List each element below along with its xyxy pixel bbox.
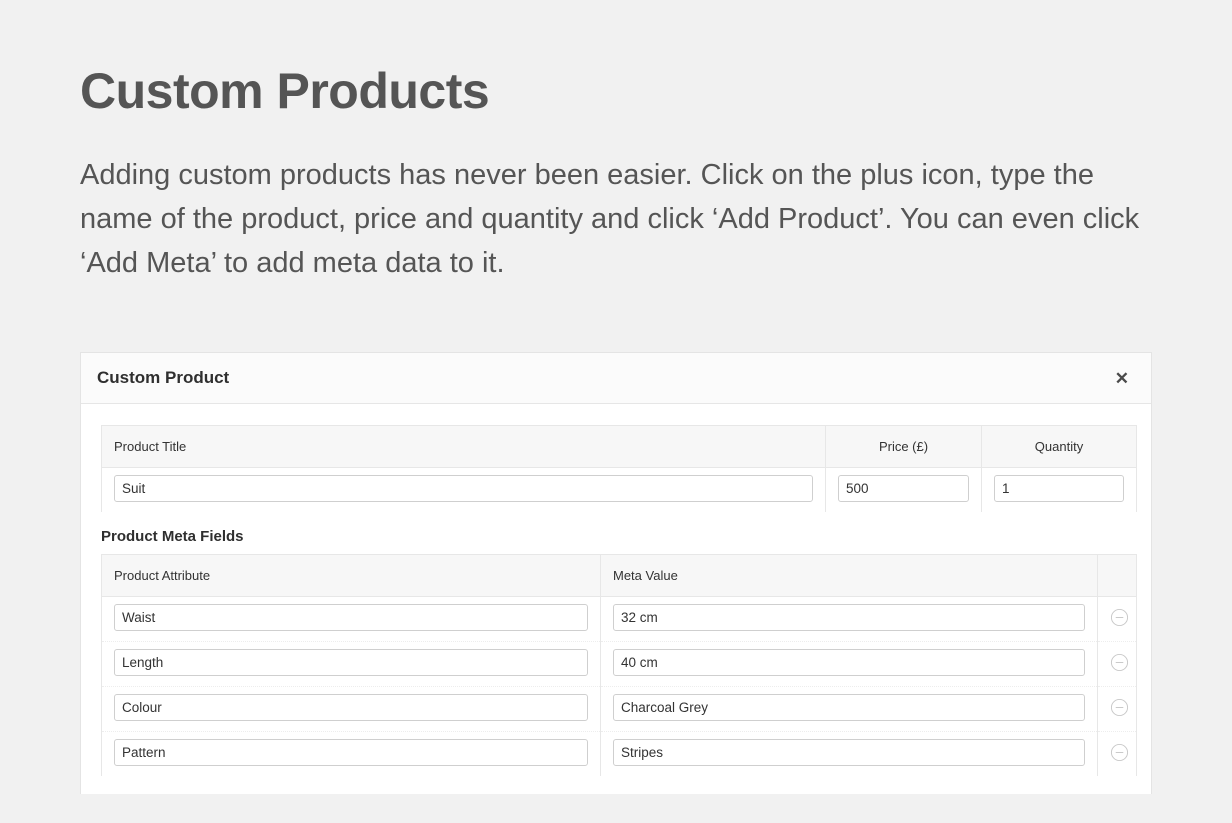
cell-quantity: [981, 467, 1137, 512]
minus-circle-icon[interactable]: [1110, 653, 1129, 672]
meta-attribute-input[interactable]: [114, 604, 588, 631]
column-header-product-title: Product Title: [101, 425, 826, 468]
cell-meta-attribute: [101, 596, 601, 642]
cell-meta-action: [1097, 686, 1137, 732]
page-title: Custom Products: [80, 63, 490, 119]
cell-meta-value: [600, 686, 1098, 732]
close-icon[interactable]: ✕: [1111, 368, 1133, 389]
cell-meta-action: [1097, 596, 1137, 642]
page-description: Adding custom products has never been ea…: [80, 159, 1140, 279]
meta-attribute-input[interactable]: [114, 694, 588, 721]
cell-meta-value: [600, 641, 1098, 687]
meta-table-row: [101, 596, 1137, 642]
meta-value-input[interactable]: [613, 604, 1085, 631]
page-root: Custom Products Adding custom products h…: [0, 0, 1232, 823]
product-table: Product Title Price (£) Quantity: [101, 425, 1137, 512]
product-table-header-row: Product Title Price (£) Quantity: [101, 425, 1137, 468]
cell-price: [825, 467, 982, 512]
minus-circle-icon[interactable]: [1110, 698, 1129, 717]
custom-product-card: Custom Product ✕ Product Title Price (£)…: [80, 352, 1152, 794]
meta-value-input[interactable]: [613, 649, 1085, 676]
card-footer-spacer: [101, 776, 1131, 794]
minus-circle-icon[interactable]: [1110, 608, 1129, 627]
card-title: Custom Product: [97, 368, 230, 387]
meta-value-input[interactable]: [613, 694, 1085, 721]
product-title-input[interactable]: [114, 475, 813, 502]
meta-table-row: [101, 641, 1137, 687]
card-body: Product Title Price (£) Quantity Suit 50…: [81, 404, 1151, 794]
product-price-input[interactable]: [838, 475, 969, 502]
cell-meta-attribute: [101, 686, 601, 732]
meta-table-row: [101, 686, 1137, 732]
cell-meta-action: [1097, 731, 1137, 776]
meta-section-label: Product Meta Fields: [101, 528, 244, 545]
cell-meta-attribute: [101, 731, 601, 776]
cell-meta-value: [600, 731, 1098, 776]
column-header-actions: [1097, 554, 1137, 597]
meta-attribute-input[interactable]: [114, 649, 588, 676]
meta-table-header-row: Product Attribute Meta Value: [101, 554, 1137, 597]
meta-table: Product Attribute Meta Value: [101, 554, 1137, 776]
column-header-meta-value: Meta Value: [600, 554, 1098, 597]
cell-product-title: [101, 467, 826, 512]
product-quantity-input[interactable]: [994, 475, 1124, 502]
cell-meta-attribute: [101, 641, 601, 687]
meta-attribute-input[interactable]: [114, 739, 588, 766]
column-header-product-attribute: Product Attribute: [101, 554, 601, 597]
cell-meta-value: [600, 596, 1098, 642]
minus-circle-icon[interactable]: [1110, 743, 1129, 762]
intro-section: Custom Products Adding custom products h…: [0, 0, 1232, 285]
column-header-quantity: Quantity: [981, 425, 1137, 468]
meta-value-input[interactable]: [613, 739, 1085, 766]
card-header: Custom Product ✕: [81, 353, 1151, 404]
product-table-row: [101, 467, 1137, 512]
column-header-price: Price (£): [825, 425, 982, 468]
meta-table-row: [101, 731, 1137, 776]
cell-meta-action: [1097, 641, 1137, 687]
meta-table-body: [101, 596, 1137, 776]
